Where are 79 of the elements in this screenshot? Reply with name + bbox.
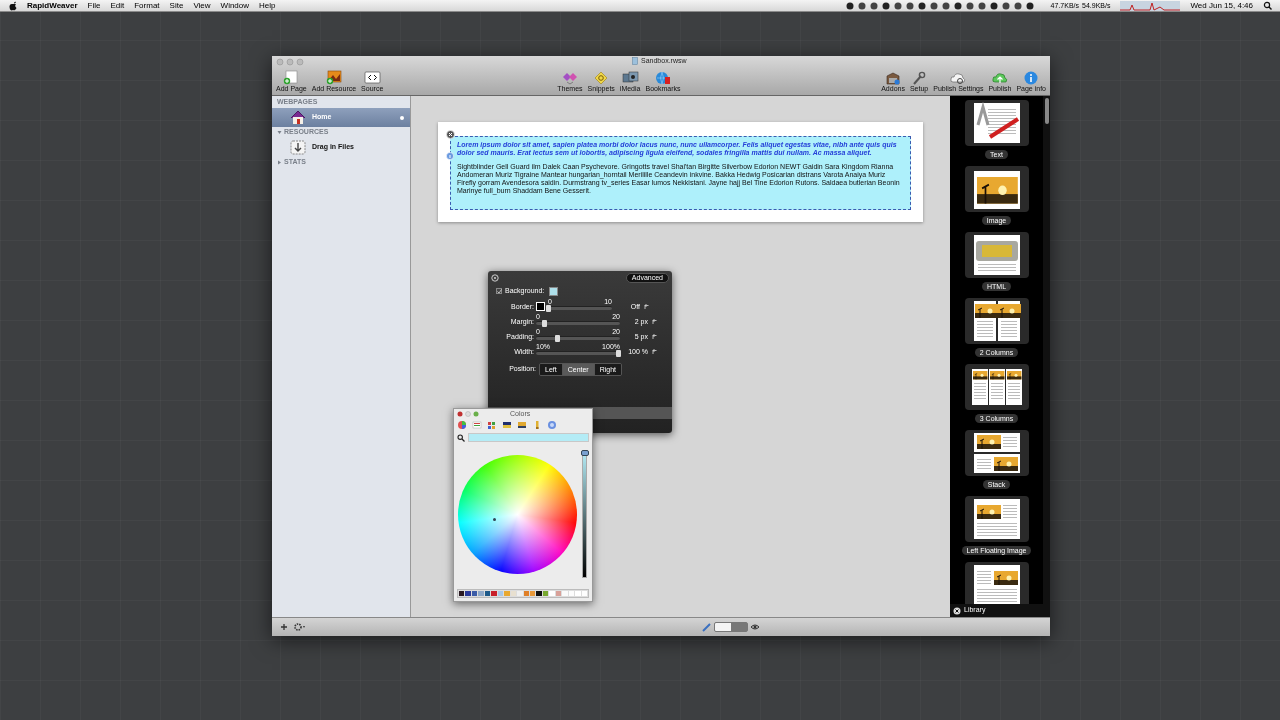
color-swatch[interactable] [478,591,484,596]
color-swatch[interactable] [504,591,510,596]
circle-icon[interactable] [547,420,557,430]
color-swatch[interactable] [542,591,549,596]
checkmark-icon [496,288,502,294]
color-swatch[interactable] [459,591,465,596]
reset-icon[interactable] [651,347,658,355]
pencil-icon[interactable] [702,622,712,632]
apple-icon[interactable] [8,0,17,11]
slider-thumb[interactable] [554,334,560,342]
color-swatch[interactable] [484,591,491,596]
color-swatch[interactable] [517,591,523,596]
color-swatch[interactable] [555,591,562,596]
menu-item[interactable]: Edit [110,0,125,12]
add-icon[interactable] [280,623,288,631]
color-swatch[interactable] [465,591,471,596]
color-preview-field[interactable] [468,433,589,442]
color-swatch[interactable] [536,591,542,596]
menu-item[interactable]: Format [134,0,160,12]
eye-icon[interactable] [750,622,760,632]
reset-icon[interactable] [643,302,650,310]
slider-thumb[interactable] [616,349,621,357]
sliders-icon[interactable] [472,420,482,430]
code-icon [363,70,382,85]
search-icon[interactable] [457,433,465,442]
document-icon [632,57,638,66]
spectrum-icon[interactable] [502,420,512,430]
slider-track[interactable] [536,350,620,355]
stack-block[interactable] [450,136,911,210]
scroll-thumb[interactable] [1044,98,1049,124]
color-swatch[interactable] [497,591,504,596]
collapsed-triangle-icon[interactable] [277,160,282,165]
image-icon[interactable] [517,420,527,430]
color-swatch[interactable] [491,591,497,596]
color-swatch[interactable] [575,591,581,596]
slider-thumb[interactable] [542,319,548,327]
color-swatch[interactable] [523,591,529,596]
color-swatch[interactable] [562,591,568,596]
brightness-thumb[interactable] [581,449,589,456]
add-page-icon [282,70,301,85]
download-box-icon [290,140,306,155]
reset-icon[interactable] [651,332,658,340]
add-image-icon [324,70,343,85]
brightness-slider[interactable] [582,451,587,578]
color-swatch[interactable] [471,591,478,596]
color-swatch[interactable] [581,591,588,596]
info-icon[interactable] [446,152,454,160]
media-icon [621,70,640,85]
slider-track[interactable] [548,305,612,310]
upload-cloud-icon [990,70,1009,85]
clock[interactable]: Wed Jun 15, 4:46 [1190,0,1253,12]
menu-item[interactable]: Help [259,0,276,12]
app-menu[interactable]: RapidWeaver [27,0,78,12]
menu-item[interactable]: Site [169,0,184,12]
slider-thumb[interactable] [546,304,551,312]
color-swatch[interactable] [568,591,575,596]
color-swatch[interactable] [549,591,555,596]
slider-track[interactable] [536,320,620,325]
mode-toggle[interactable] [714,622,748,632]
border-color-well[interactable] [536,301,545,311]
expanded-triangle-icon[interactable] [277,130,282,135]
slider-track[interactable] [536,335,620,340]
color-wheel-icon[interactable] [457,420,467,430]
cloud-icon [949,70,968,85]
color-swatch[interactable] [530,591,536,596]
menu-item[interactable]: File [87,0,101,12]
box-icon [884,70,903,85]
reset-icon[interactable] [651,317,658,325]
house-icon [290,110,306,125]
checkbox[interactable] [496,288,502,295]
color-swatch[interactable] [510,591,517,596]
activity-graph-drawing [1120,0,1181,11]
menu-item[interactable]: Window [220,0,250,12]
close-icon[interactable] [953,606,961,615]
globe-icon [653,70,672,85]
palette-icon[interactable] [487,420,497,430]
menu-item[interactable]: View [193,0,211,12]
search-icon[interactable] [1263,1,1272,10]
color-well[interactable] [549,286,559,296]
